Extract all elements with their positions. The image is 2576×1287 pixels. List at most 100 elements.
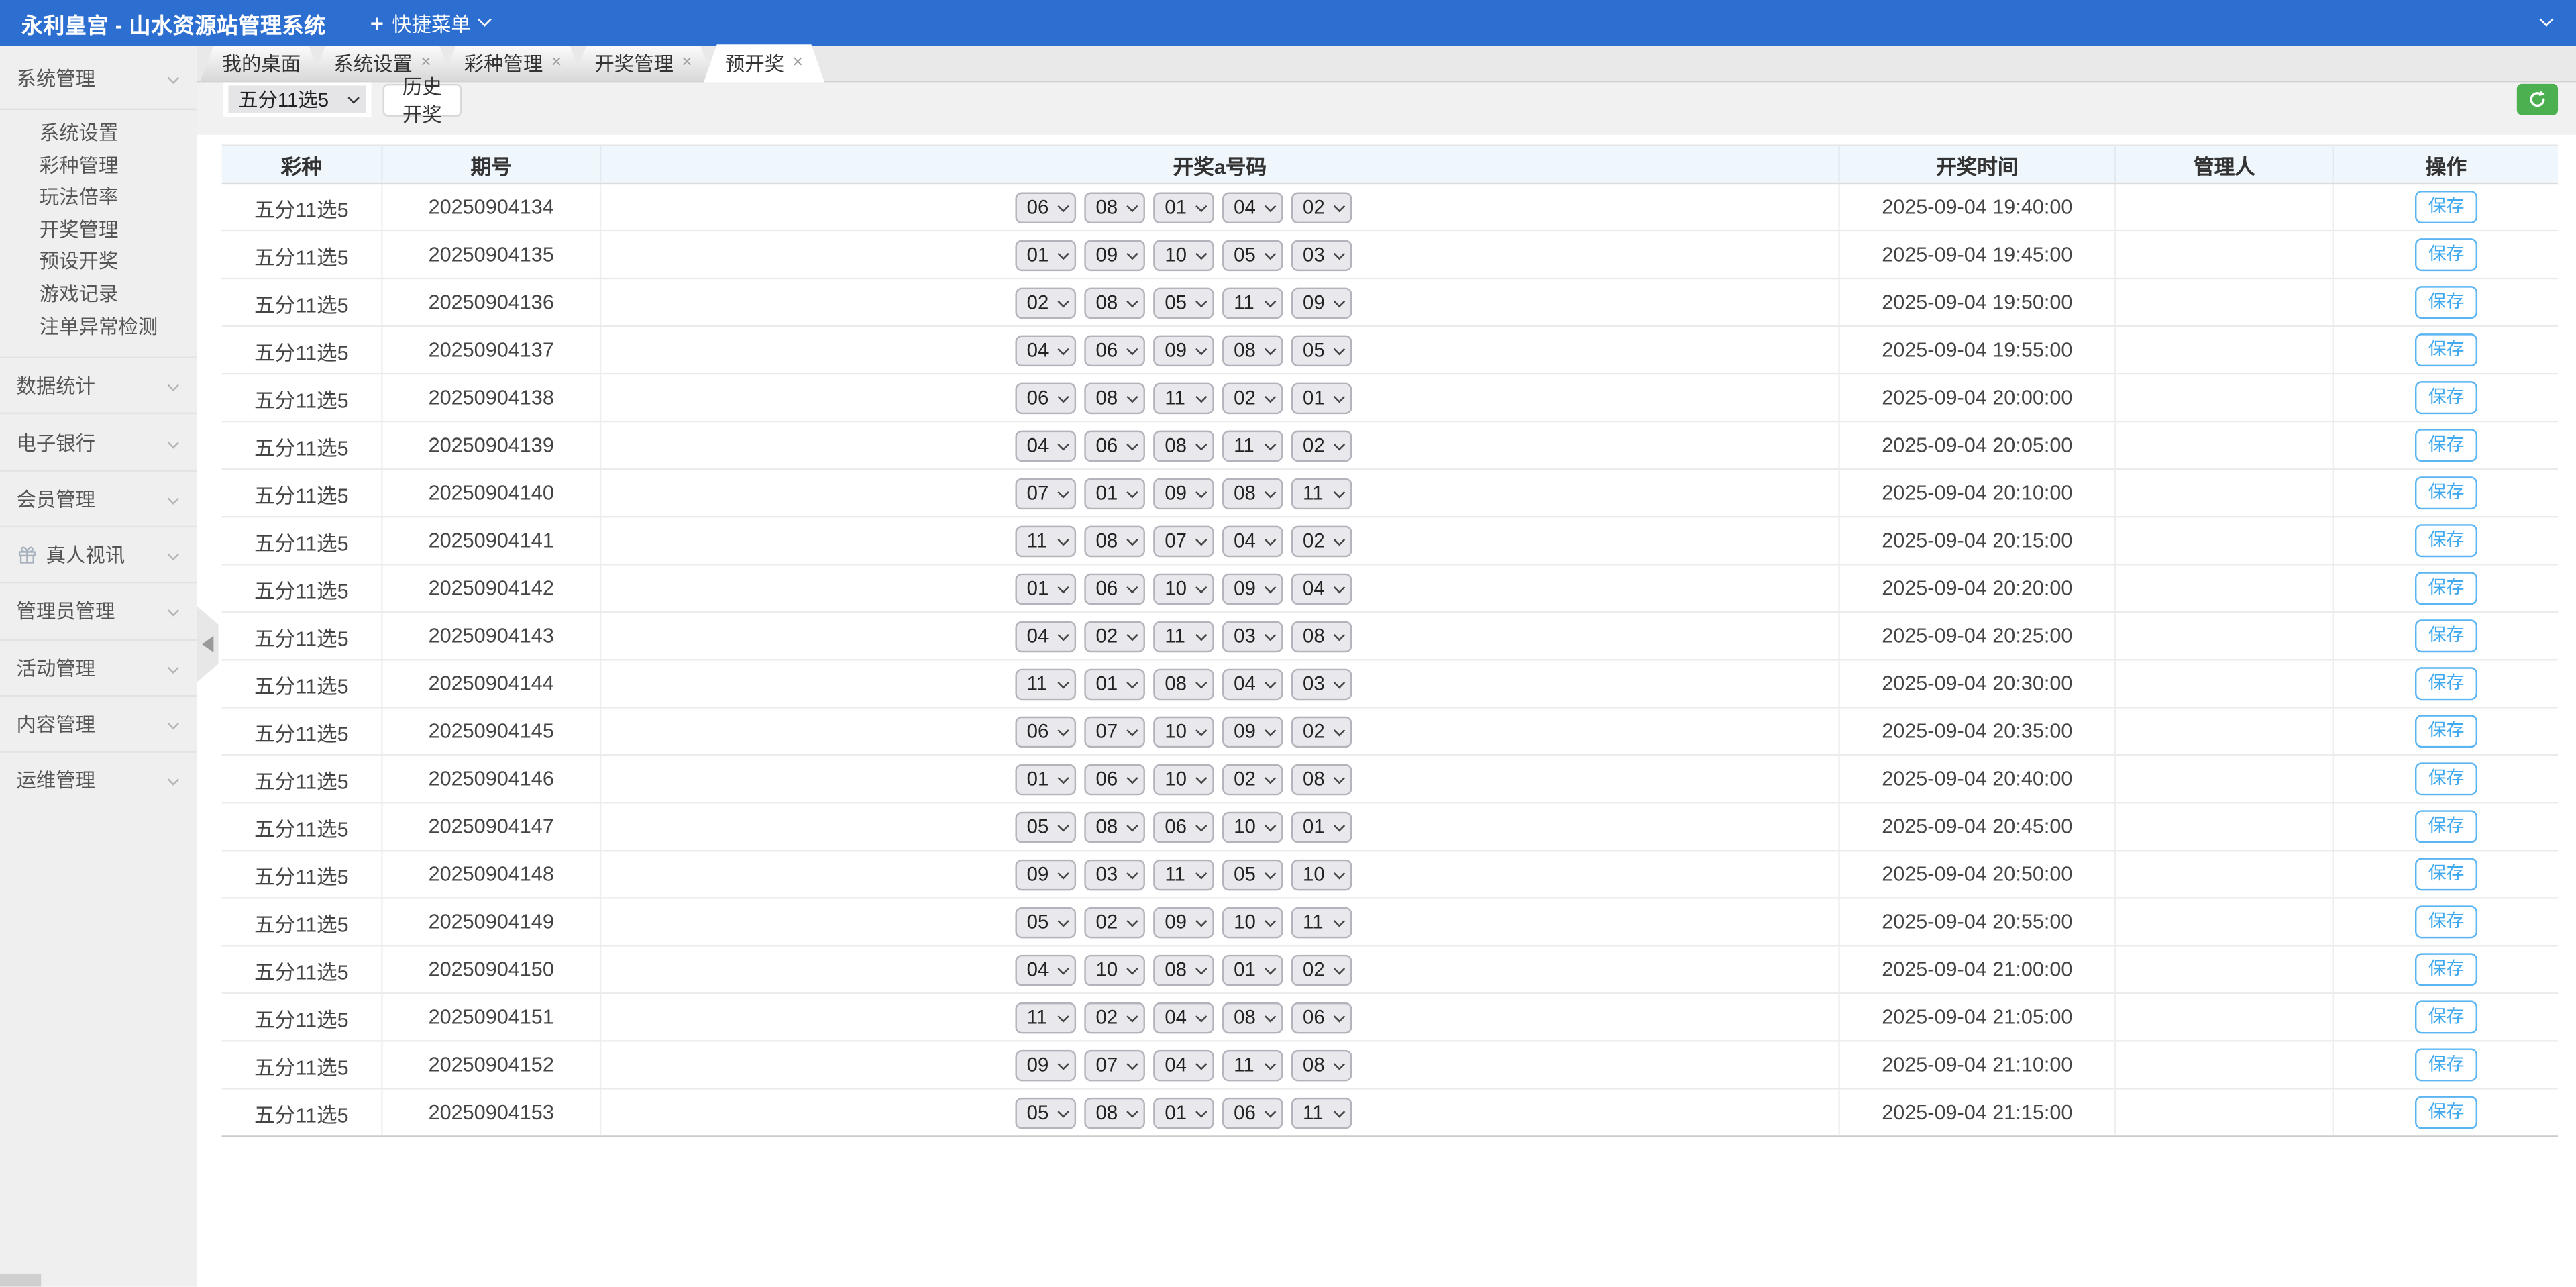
number-select[interactable]: 10	[1222, 811, 1283, 843]
tab-my-desktop[interactable]: 我的桌面	[201, 46, 322, 81]
save-button[interactable]: 保存	[2415, 238, 2477, 271]
save-button[interactable]: 保存	[2415, 858, 2477, 890]
number-select[interactable]: 08	[1222, 1002, 1283, 1033]
number-select[interactable]: 11	[1015, 668, 1076, 700]
number-select[interactable]: 02	[1222, 764, 1283, 795]
number-select[interactable]: 04	[1222, 191, 1283, 223]
number-select[interactable]: 04	[1222, 668, 1283, 700]
number-select[interactable]: 11	[1222, 287, 1283, 318]
save-button[interactable]: 保存	[2415, 810, 2477, 843]
number-select[interactable]: 09	[1291, 287, 1352, 318]
number-select[interactable]: 02	[1015, 287, 1076, 318]
number-select[interactable]: 08	[1084, 287, 1145, 318]
number-select[interactable]: 10	[1291, 859, 1352, 890]
save-button[interactable]: 保存	[2415, 333, 2477, 366]
number-select[interactable]: 09	[1084, 239, 1145, 270]
number-select[interactable]: 10	[1084, 954, 1145, 986]
number-select[interactable]: 02	[1291, 716, 1352, 748]
number-select[interactable]: 09	[1153, 477, 1214, 509]
save-button[interactable]: 保存	[2415, 619, 2477, 652]
number-select[interactable]: 05	[1291, 334, 1352, 366]
number-select[interactable]: 05	[1015, 811, 1076, 843]
number-select[interactable]: 01	[1291, 811, 1352, 843]
number-select[interactable]: 08	[1291, 764, 1352, 795]
number-select[interactable]: 04	[1015, 620, 1076, 652]
number-select[interactable]: 09	[1153, 907, 1214, 938]
number-select[interactable]: 08	[1153, 668, 1214, 700]
sidebar-section-contents[interactable]: 内容管理	[0, 695, 197, 752]
number-select[interactable]: 04	[1222, 525, 1283, 556]
history-draw-button[interactable]: 历史开奖	[383, 84, 462, 117]
number-select[interactable]: 11	[1291, 477, 1352, 509]
number-select[interactable]: 07	[1153, 525, 1214, 556]
number-select[interactable]: 06	[1291, 1002, 1352, 1033]
number-select[interactable]: 01	[1015, 764, 1076, 795]
sidebar-item-bet-anomaly-check[interactable]: 注单异常检测	[0, 311, 197, 344]
number-select[interactable]: 03	[1222, 620, 1283, 652]
tab-draw-manage[interactable]: 开奖管理 ×	[574, 46, 714, 81]
save-button[interactable]: 保存	[2415, 524, 2477, 557]
number-select[interactable]: 06	[1015, 191, 1076, 223]
quick-menu-button[interactable]: + 快捷菜单	[370, 9, 489, 37]
number-select[interactable]: 07	[1084, 1049, 1145, 1081]
close-icon[interactable]: ×	[551, 54, 562, 72]
number-select[interactable]: 02	[1291, 525, 1352, 556]
number-select[interactable]: 11	[1015, 1002, 1076, 1033]
number-select[interactable]: 08	[1084, 1097, 1145, 1129]
number-select[interactable]: 06	[1222, 1097, 1283, 1129]
tab-pre-draw[interactable]: 预开奖 ×	[704, 44, 824, 82]
lottery-select[interactable]: 五分11选5	[228, 85, 366, 113]
sidebar-item-preset-draw[interactable]: 预设开奖	[0, 247, 197, 279]
sidebar-section-admins[interactable]: 管理员管理	[0, 582, 197, 639]
number-select[interactable]: 01	[1084, 477, 1145, 509]
number-select[interactable]: 04	[1015, 429, 1076, 461]
horizontal-scrollbar-thumb[interactable]	[0, 1274, 41, 1287]
save-button[interactable]: 保存	[2415, 286, 2477, 319]
number-select[interactable]: 08	[1222, 334, 1283, 366]
number-select[interactable]: 09	[1153, 334, 1214, 366]
number-select[interactable]: 08	[1291, 1049, 1352, 1081]
save-button[interactable]: 保存	[2415, 905, 2477, 938]
close-icon[interactable]: ×	[682, 54, 692, 72]
number-select[interactable]: 11	[1222, 1049, 1283, 1081]
number-select[interactable]: 09	[1222, 716, 1283, 748]
sidebar-section-header-system[interactable]: 系统管理	[0, 46, 197, 109]
sidebar-section-data-stats[interactable]: 数据统计	[0, 357, 197, 413]
number-select[interactable]: 04	[1153, 1049, 1214, 1081]
number-select[interactable]: 08	[1084, 382, 1145, 413]
save-button[interactable]: 保存	[2415, 572, 2477, 605]
close-icon[interactable]: ×	[421, 54, 431, 72]
number-select[interactable]: 01	[1153, 1097, 1214, 1129]
number-select[interactable]: 05	[1222, 859, 1283, 890]
number-select[interactable]: 08	[1222, 477, 1283, 509]
number-select[interactable]: 03	[1291, 668, 1352, 700]
number-select[interactable]: 03	[1291, 239, 1352, 270]
save-button[interactable]: 保存	[2415, 191, 2477, 223]
number-select[interactable]: 05	[1222, 239, 1283, 270]
number-select[interactable]: 02	[1222, 382, 1283, 413]
number-select[interactable]: 11	[1291, 907, 1352, 938]
save-button[interactable]: 保存	[2415, 1096, 2477, 1129]
tab-lottery-manage[interactable]: 彩种管理 ×	[443, 46, 583, 81]
save-button[interactable]: 保存	[2415, 667, 2477, 700]
number-select[interactable]: 04	[1015, 954, 1076, 986]
sidebar-section-e-bank[interactable]: 电子银行	[0, 413, 197, 470]
number-select[interactable]: 06	[1084, 764, 1145, 795]
number-select[interactable]: 10	[1153, 716, 1214, 748]
sidebar-item-game-records[interactable]: 游戏记录	[0, 279, 197, 311]
number-select[interactable]: 06	[1153, 811, 1214, 843]
save-button[interactable]: 保存	[2415, 1000, 2477, 1033]
number-select[interactable]: 01	[1084, 668, 1145, 700]
save-button[interactable]: 保存	[2415, 762, 2477, 795]
number-select[interactable]: 05	[1153, 287, 1214, 318]
close-icon[interactable]: ×	[792, 54, 803, 72]
number-select[interactable]: 10	[1153, 239, 1214, 270]
sidebar-section-ops[interactable]: 运维管理	[0, 752, 197, 808]
sidebar-item-play-odds[interactable]: 玩法倍率	[0, 183, 197, 215]
number-select[interactable]: 11	[1153, 620, 1214, 652]
number-select[interactable]: 11	[1153, 382, 1214, 413]
number-select[interactable]: 07	[1015, 477, 1076, 509]
number-select[interactable]: 05	[1015, 1097, 1076, 1129]
number-select[interactable]: 08	[1084, 525, 1145, 556]
number-select[interactable]: 01	[1153, 191, 1214, 223]
